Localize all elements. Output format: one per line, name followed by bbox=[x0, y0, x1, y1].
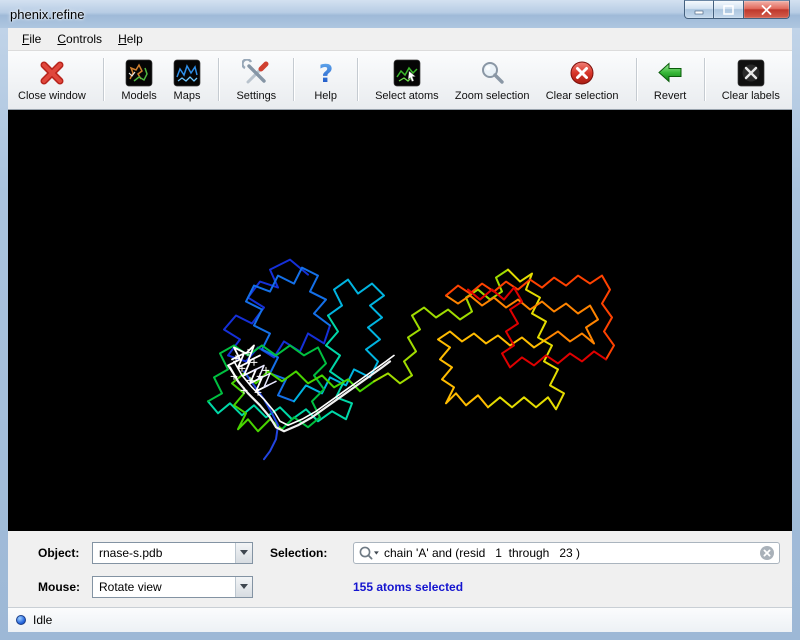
toolbar-button-zoom-selection[interactable]: Zoom selection bbox=[455, 58, 530, 102]
titlebar[interactable]: phenix.refine bbox=[0, 0, 800, 28]
toolbar-separator bbox=[103, 58, 104, 101]
svg-text:?: ? bbox=[318, 59, 333, 87]
object-row: Object: rnase-s.pdb Selection: chain 'A'… bbox=[38, 541, 782, 564]
clear-labels-icon bbox=[737, 58, 765, 88]
toolbar-label: Close window bbox=[18, 90, 86, 102]
toolbar-button-models[interactable]: Models bbox=[121, 58, 156, 102]
help-icon: ? bbox=[312, 58, 340, 88]
zoom-selection-icon bbox=[478, 58, 506, 88]
window-controls bbox=[684, 0, 790, 19]
app-window: phenix.refine File Controls Help bbox=[0, 0, 800, 640]
close-window-icon bbox=[38, 58, 66, 88]
mouse-label: Mouse: bbox=[38, 580, 92, 594]
toolbar-label: Clear selection bbox=[546, 90, 619, 102]
toolbar-button-clear-labels[interactable]: Clear labels bbox=[722, 58, 780, 102]
control-panel: Object: rnase-s.pdb Selection: chain 'A'… bbox=[8, 531, 792, 607]
toolbar-separator bbox=[218, 58, 219, 101]
toolbar-label: Maps bbox=[174, 90, 201, 102]
clear-search-icon[interactable] bbox=[759, 545, 775, 561]
minimize-icon bbox=[694, 5, 705, 15]
revert-icon bbox=[656, 58, 684, 88]
toolbar-label: Help bbox=[314, 90, 337, 102]
molecule-render bbox=[8, 110, 792, 531]
toolbar-button-clear-selection[interactable]: Clear selection bbox=[546, 58, 619, 102]
statusbar: Idle bbox=[8, 607, 792, 632]
toolbar-button-settings[interactable]: Settings bbox=[236, 58, 276, 102]
toolbar-button-select-atoms[interactable]: Select atoms bbox=[375, 58, 439, 102]
selection-label: Selection: bbox=[270, 546, 353, 560]
close-button[interactable] bbox=[744, 0, 790, 19]
models-icon bbox=[125, 58, 153, 88]
toolbar-button-revert[interactable]: Revert bbox=[654, 58, 686, 102]
atoms-selected-text: 155 atoms selected bbox=[353, 580, 463, 594]
window-title: phenix.refine bbox=[10, 7, 84, 22]
toolbar-button-help[interactable]: ? Help bbox=[312, 58, 340, 102]
object-dropdown-value: rnase-s.pdb bbox=[93, 546, 235, 560]
object-dropdown-arrow[interactable] bbox=[235, 543, 252, 563]
toolbar-button-maps[interactable]: Maps bbox=[173, 58, 201, 102]
status-led-icon bbox=[16, 615, 26, 625]
client-area: File Controls Help Close window bbox=[8, 28, 792, 632]
selection-input[interactable]: chain 'A' and (resid 1 through 23 ) bbox=[353, 542, 780, 564]
toolbar-label: Select atoms bbox=[375, 90, 439, 102]
object-dropdown[interactable]: rnase-s.pdb bbox=[92, 542, 253, 564]
menubar: File Controls Help bbox=[8, 28, 792, 51]
clear-selection-icon bbox=[568, 58, 596, 88]
chevron-down-icon bbox=[240, 584, 248, 589]
toolbar-label: Models bbox=[121, 90, 156, 102]
toolbar-label: Settings bbox=[236, 90, 276, 102]
mouse-dropdown[interactable]: Rotate view bbox=[92, 576, 253, 598]
object-label: Object: bbox=[38, 546, 92, 560]
minimize-button[interactable] bbox=[684, 0, 714, 19]
maps-icon bbox=[173, 58, 201, 88]
toolbar-separator bbox=[357, 58, 358, 101]
menu-controls[interactable]: Controls bbox=[49, 29, 110, 49]
settings-icon bbox=[242, 58, 270, 88]
mouse-row: Mouse: Rotate view 155 atoms selected bbox=[38, 575, 782, 598]
viewport-3d[interactable] bbox=[8, 110, 792, 531]
menu-file[interactable]: File bbox=[14, 29, 49, 49]
toolbar-separator bbox=[704, 58, 705, 101]
selection-input-value[interactable]: chain 'A' and (resid 1 through 23 ) bbox=[380, 546, 759, 560]
mouse-dropdown-arrow[interactable] bbox=[235, 577, 252, 597]
maximize-icon bbox=[723, 5, 734, 15]
toolbar-button-close-window[interactable]: Close window bbox=[18, 58, 86, 102]
status-text: Idle bbox=[33, 613, 52, 627]
toolbar-separator bbox=[636, 58, 637, 101]
toolbar-label: Clear labels bbox=[722, 90, 780, 102]
toolbar-label: Revert bbox=[654, 90, 686, 102]
menu-help[interactable]: Help bbox=[110, 29, 151, 49]
maximize-button[interactable] bbox=[714, 0, 744, 19]
toolbar: Close window Models bbox=[8, 51, 792, 110]
toolbar-label: Zoom selection bbox=[455, 90, 530, 102]
select-atoms-icon bbox=[393, 58, 421, 88]
close-icon bbox=[761, 5, 772, 15]
toolbar-separator bbox=[293, 58, 294, 101]
mouse-dropdown-value: Rotate view bbox=[93, 580, 235, 594]
search-icon[interactable] bbox=[358, 545, 380, 561]
chevron-down-icon bbox=[240, 550, 248, 555]
